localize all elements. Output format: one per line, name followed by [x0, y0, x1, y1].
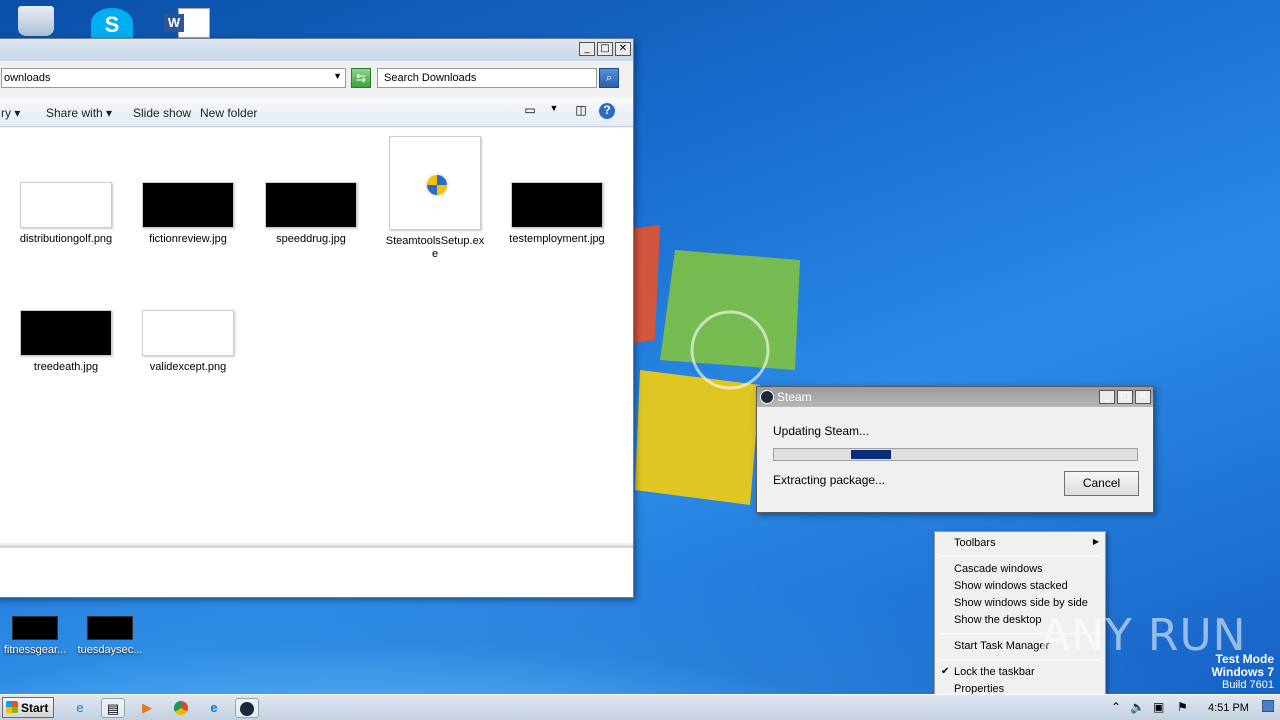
explorer-icon[interactable]: ▤	[101, 698, 125, 718]
share-with-menu[interactable]: Share with ▾	[46, 106, 112, 120]
refresh-button[interactable]: ⇆	[351, 68, 371, 88]
menu-item-cascade[interactable]: Cascade windows	[937, 561, 1103, 578]
show-desktop-button[interactable]	[1262, 700, 1274, 712]
skype-icon[interactable]: S	[91, 8, 133, 38]
minimize-button[interactable]: _	[579, 42, 595, 56]
steam-title: Steam	[777, 390, 812, 404]
file-item[interactable]: testemployment.jpg	[507, 182, 607, 246]
watermark-line: Build 7601	[1222, 679, 1274, 691]
file-name: testemployment.jpg	[509, 233, 605, 245]
file-name: fictionreview.jpg	[149, 233, 227, 245]
steam-icon[interactable]	[235, 698, 259, 718]
progress-bar	[773, 448, 1138, 461]
chevron-right-icon: ▶	[1092, 537, 1099, 546]
progress-fill	[851, 450, 891, 459]
search-icon[interactable]: ⌕	[599, 68, 619, 88]
new-folder-button[interactable]: New folder	[200, 106, 257, 120]
flag-icon[interactable]: ⚑	[1177, 700, 1188, 714]
file-item[interactable]: distributiongolf.png	[16, 182, 116, 246]
desktop-file-fitnessgear[interactable]: fitnessgear...	[0, 616, 70, 656]
volume-icon[interactable]: 🔈	[1130, 700, 1145, 714]
network-icon[interactable]: ▣	[1153, 700, 1164, 714]
file-list: distributiongolf.png fictionreview.jpg s…	[0, 128, 633, 543]
view-icon[interactable]: ▭	[522, 103, 538, 119]
menu-item-label: Lock the taskbar	[954, 666, 1035, 678]
file-item[interactable]: fictionreview.jpg	[138, 182, 238, 246]
file-item[interactable]: SteamtoolsSetup.exe	[385, 136, 485, 261]
file-name: SteamtoolsSetup.exe	[385, 235, 485, 260]
file-item[interactable]: validexcept.png	[138, 310, 238, 374]
help-icon[interactable]: ?	[599, 103, 615, 119]
start-label: Start	[21, 701, 49, 715]
file-thumbnail	[511, 182, 603, 228]
file-thumbnail	[87, 616, 133, 640]
file-thumbnail	[20, 310, 112, 356]
shield-icon	[425, 173, 449, 197]
steam-status-text: Updating Steam...	[773, 424, 870, 438]
details-pane	[0, 545, 633, 597]
steam-icon	[760, 390, 774, 404]
media-player-icon[interactable]: ▶	[135, 698, 159, 718]
recycle-bin-icon[interactable]	[18, 6, 54, 36]
watermark-line: Windows 7	[1211, 665, 1274, 679]
edge-icon[interactable]: e	[202, 698, 226, 718]
word-doc-icon[interactable]: W	[164, 8, 210, 38]
windows-logo-icon	[6, 701, 18, 713]
share-with-label: Share with	[46, 106, 103, 120]
desktop-file-tuesdaysec[interactable]: tuesdaysec...	[75, 616, 145, 656]
steam-update-dialog[interactable]: Steam _ □ ✕ Updating Steam... Extracting…	[756, 386, 1154, 513]
explorer-titlebar[interactable]: _ □ ✕	[0, 39, 633, 61]
address-bar[interactable]: ownloads ▼	[1, 68, 346, 88]
steam-titlebar[interactable]: Steam _ □ ✕	[757, 387, 1153, 407]
file-thumbnail	[142, 310, 234, 356]
chevron-up-icon[interactable]: ⌃	[1111, 700, 1121, 714]
desktop-file-label: fitnessgear...	[3, 644, 67, 656]
file-thumbnail	[20, 182, 112, 228]
file-thumbnail	[389, 136, 481, 230]
command-bar: ry ▾ Share with ▾ Slide show New folder …	[0, 97, 633, 127]
file-thumbnail	[12, 616, 58, 640]
ie-icon[interactable]: e	[68, 698, 92, 718]
menu-item-label: Toolbars	[954, 537, 996, 549]
file-name: speeddrug.jpg	[276, 233, 346, 245]
clock[interactable]: 4:51 PM	[1208, 702, 1249, 714]
menu-item-stacked[interactable]: Show windows stacked	[937, 578, 1103, 595]
file-thumbnail	[142, 182, 234, 228]
slide-show-button[interactable]: Slide show	[133, 106, 191, 120]
explorer-window[interactable]: _ □ ✕ ownloads ▼ ⇆ Search Downloads ⌕ ry…	[0, 38, 634, 598]
steam-detail-text: Extracting package...	[773, 473, 886, 487]
window-controls: _ □ ✕	[579, 42, 631, 56]
minimize-button[interactable]: _	[1099, 390, 1115, 404]
search-input[interactable]: Search Downloads	[377, 68, 597, 88]
address-row: ownloads ▼ ⇆ Search Downloads ⌕	[1, 68, 621, 90]
taskbar: Start e ▤ ▶ e ⌃ 🔈 ▣ ⚑ 4:51 PM	[0, 694, 1280, 720]
maximize-button[interactable]: □	[597, 42, 613, 56]
library-menu[interactable]: ry ▾	[1, 106, 20, 120]
close-button[interactable]: ✕	[1135, 390, 1151, 404]
cancel-button[interactable]: Cancel	[1064, 471, 1139, 496]
close-button[interactable]: ✕	[615, 42, 631, 56]
chrome-icon[interactable]	[169, 698, 193, 718]
maximize-button[interactable]: □	[1117, 390, 1133, 404]
address-text: ownloads	[4, 72, 51, 84]
preview-pane-icon[interactable]: ◫	[573, 103, 589, 119]
file-name: validexcept.png	[149, 361, 227, 373]
checkmark-icon: ✔	[941, 666, 950, 677]
file-thumbnail	[265, 182, 357, 228]
window-controls: _ □ ✕	[1099, 390, 1151, 404]
file-name: distributiongolf.png	[19, 233, 113, 245]
chevron-down-icon[interactable]: ▼	[333, 71, 342, 81]
file-item[interactable]: speeddrug.jpg	[261, 182, 361, 246]
file-item[interactable]: treedeath.jpg	[16, 310, 116, 374]
menu-item-lock-taskbar[interactable]: ✔ Lock the taskbar	[937, 664, 1103, 681]
library-label: ry	[1, 106, 11, 120]
menu-divider	[939, 556, 1101, 557]
file-name: treedeath.jpg	[33, 361, 99, 373]
desktop-file-label: tuesdaysec...	[77, 644, 143, 656]
test-mode-watermark: Test Mode Windows 7 Build 7601	[1211, 653, 1274, 692]
menu-item-toolbars[interactable]: Toolbars ▶	[937, 535, 1103, 552]
chevron-down-icon[interactable]: ▼	[546, 103, 562, 119]
start-button[interactable]: Start	[2, 697, 54, 718]
